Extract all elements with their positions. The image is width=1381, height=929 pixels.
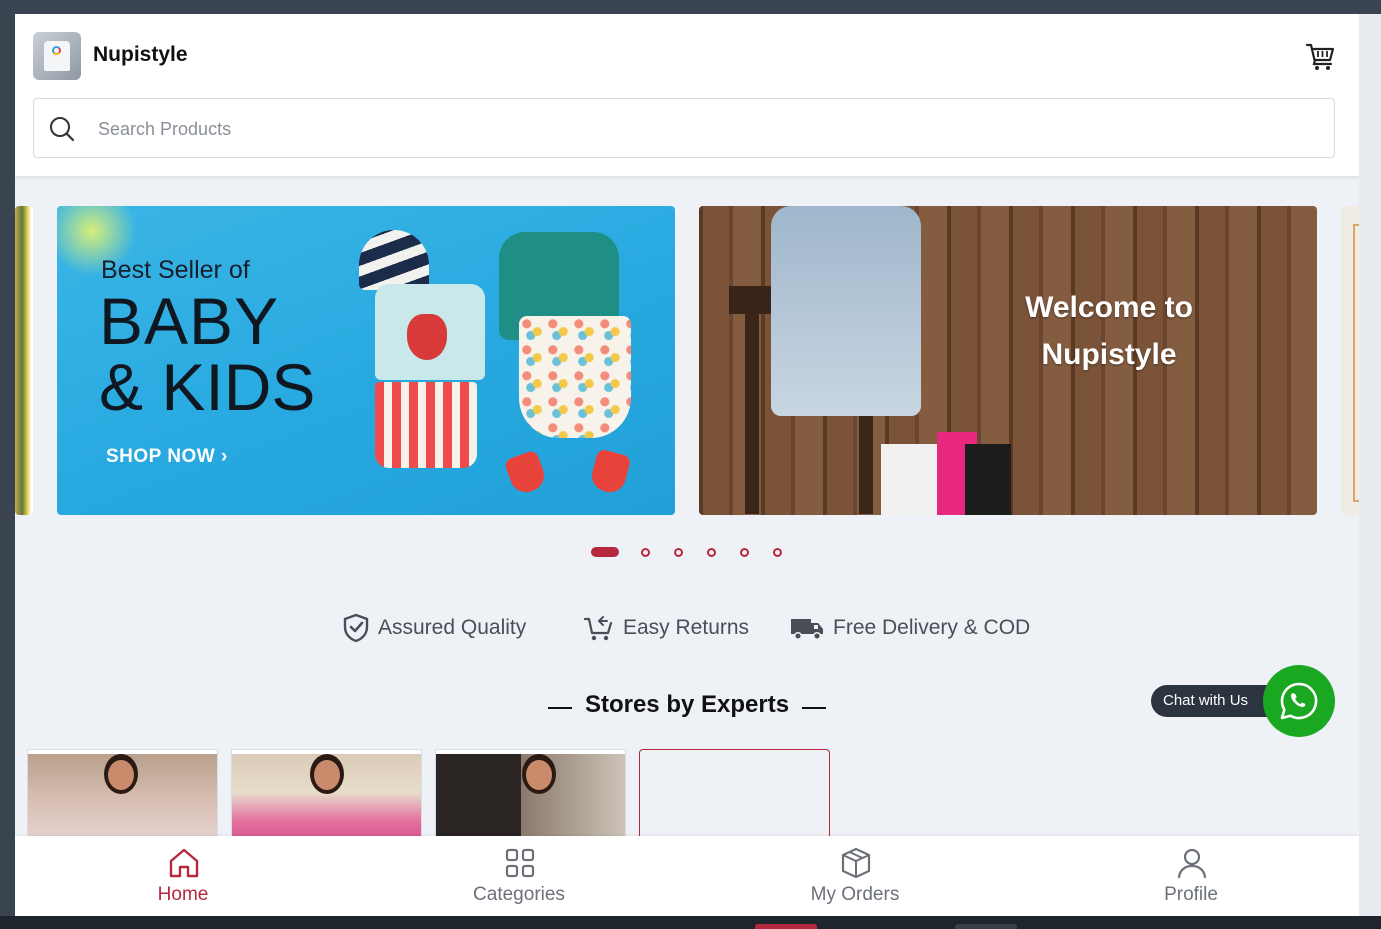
- sock-image: [588, 448, 632, 496]
- lobster-print-image: [407, 314, 447, 360]
- heading-dash-right: [802, 707, 826, 709]
- carousel-dot[interactable]: [641, 548, 650, 557]
- hat-image: [359, 230, 429, 290]
- feature-label: Easy Returns: [623, 616, 750, 639]
- carousel-slide-welcome[interactable]: Welcome to Nupistyle: [699, 206, 1317, 515]
- carousel-dot[interactable]: [674, 548, 683, 557]
- grid-icon: [505, 848, 535, 878]
- nav-label: Home: [157, 884, 209, 905]
- store-card-placeholder[interactable]: [639, 749, 830, 849]
- feature-easy-returns: Easy Returns: [583, 611, 749, 645]
- carousel-slide-next[interactable]: [1341, 206, 1359, 515]
- stores-heading: Stores by Experts: [548, 691, 826, 719]
- tshirt-logo-icon[interactable]: [33, 32, 81, 80]
- carousel-dot-active[interactable]: [591, 547, 619, 557]
- welcome-line1: Welcome to: [1025, 291, 1193, 324]
- bottom-navigation: Home Categories My Orders Profile: [15, 836, 1359, 916]
- feature-label: Free Delivery & COD: [833, 616, 1031, 639]
- whatsapp-chat-button[interactable]: [1263, 665, 1335, 737]
- welcome-line2: Nupistyle: [1041, 338, 1177, 371]
- whatsapp-icon: [1280, 682, 1318, 720]
- nav-label: Categories: [473, 884, 565, 905]
- model-image: [771, 206, 921, 416]
- shopping-cart-icon[interactable]: [1305, 40, 1337, 72]
- carousel-slide-baby-kids[interactable]: Best Seller of BABY & KIDS SHOP NOW ›: [57, 206, 675, 515]
- nav-categories[interactable]: Categories: [351, 836, 687, 916]
- stores-heading-text: Stores by Experts: [584, 691, 790, 718]
- app-root: Nupistyle Best Seller of BABY & KIDS SHO…: [15, 14, 1359, 916]
- taskbar-indicator[interactable]: [955, 924, 1017, 929]
- carousel-dot[interactable]: [773, 548, 782, 557]
- brand-name[interactable]: Nupistyle: [93, 43, 188, 67]
- nav-my-orders[interactable]: My Orders: [687, 836, 1023, 916]
- user-icon: [1177, 848, 1207, 879]
- truck-icon: [791, 619, 823, 641]
- feature-assured-quality: Assured Quality: [342, 611, 526, 645]
- home-icon: [169, 848, 199, 878]
- shield-check-icon: [343, 613, 369, 643]
- welcome-text: Welcome to Nupistyle: [999, 284, 1219, 378]
- heading-dash-left: [548, 707, 572, 709]
- search-bar: [33, 98, 1335, 158]
- sock-image: [503, 449, 549, 497]
- nav-label: My Orders: [810, 884, 900, 905]
- store-card[interactable]: [435, 749, 626, 849]
- carousel-dot[interactable]: [740, 548, 749, 557]
- nav-label: Profile: [1164, 884, 1218, 905]
- slide-title-line1: BABY: [99, 284, 280, 358]
- taskbar-indicator[interactable]: [755, 924, 817, 929]
- header: Nupistyle: [15, 14, 1359, 176]
- cart-return-icon: [583, 616, 613, 641]
- store-card[interactable]: [231, 749, 422, 849]
- slide-subtitle: Best Seller of: [101, 256, 250, 284]
- scrollbar-track[interactable]: [1359, 14, 1381, 916]
- package-icon: [841, 847, 871, 879]
- feature-label: Assured Quality: [378, 616, 527, 639]
- taskbar: [0, 916, 1381, 929]
- search-input[interactable]: [98, 109, 1298, 149]
- shopping-bag-image: [965, 444, 1011, 515]
- carousel-slide-prev[interactable]: [15, 206, 33, 515]
- carousel-dot[interactable]: [707, 548, 716, 557]
- shorts-image: [375, 382, 477, 468]
- nav-profile[interactable]: Profile: [1023, 836, 1359, 916]
- shopping-bag-image: [881, 444, 937, 515]
- search-icon[interactable]: [48, 115, 76, 143]
- slide-title-line2: & KIDS: [99, 350, 316, 424]
- shop-now-link[interactable]: SHOP NOW ›: [106, 446, 228, 468]
- nav-home[interactable]: Home: [15, 836, 351, 916]
- dress-image: [519, 316, 631, 438]
- feature-free-delivery: Free Delivery & COD: [789, 611, 1030, 645]
- store-card[interactable]: [27, 749, 218, 849]
